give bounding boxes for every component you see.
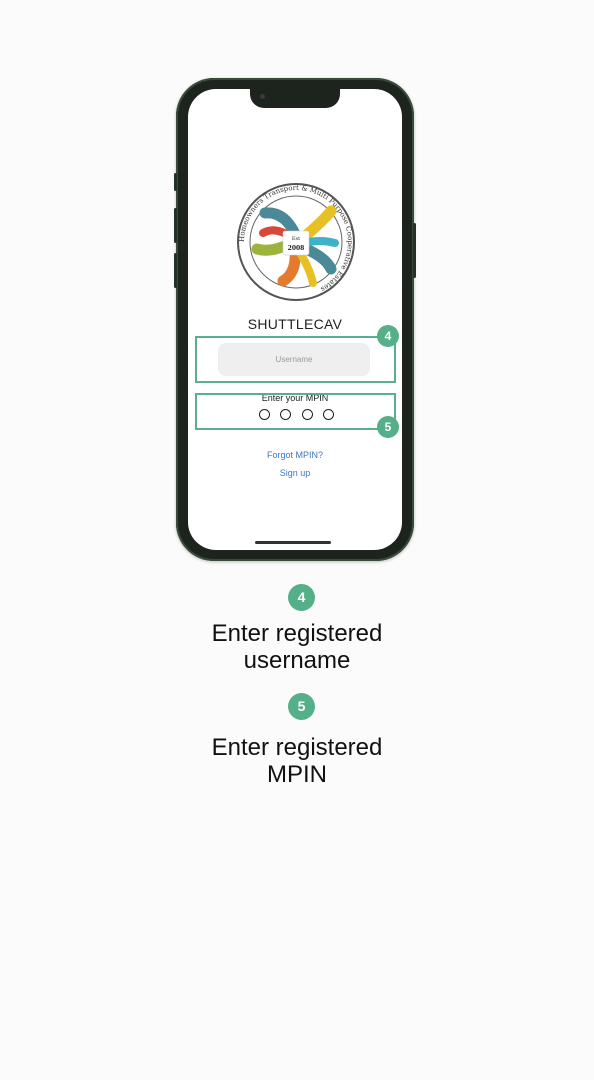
phone-screen: Homeowners Transport & Multi Purpose Coo… xyxy=(188,89,402,550)
caption-badge-4: 4 xyxy=(288,584,315,611)
mpin-highlight xyxy=(195,393,396,430)
phone-side-button xyxy=(174,173,177,191)
step-5-line1: Enter registered xyxy=(211,734,383,761)
logo-year-text: 2008 xyxy=(288,245,305,252)
phone-volume-up xyxy=(174,208,177,243)
step-badge-4: 4 xyxy=(377,325,399,347)
phone-power-button xyxy=(413,223,416,278)
step-badge-5: 5 xyxy=(377,416,399,438)
app-title: SHUTTLECAV xyxy=(247,316,343,332)
phone-volume-down xyxy=(174,253,177,288)
forgot-mpin-link[interactable]: Forgot MPIN? xyxy=(188,450,402,460)
shuttlecav-logo: Homeowners Transport & Multi Purpose Coo… xyxy=(237,183,355,301)
username-highlight xyxy=(195,336,396,383)
home-indicator xyxy=(255,541,331,544)
camera-icon xyxy=(260,94,265,99)
caption-badge-5: 5 xyxy=(288,693,315,720)
signup-link[interactable]: Sign up xyxy=(188,468,402,478)
step-4-line1: Enter registered xyxy=(211,620,383,647)
phone-notch xyxy=(250,89,340,108)
step-5-caption: Enter registered MPIN xyxy=(0,734,594,788)
step-5-line2: MPIN xyxy=(267,761,327,788)
logo-est-text: Est xyxy=(292,236,300,242)
step-4-line2: username xyxy=(243,647,351,674)
step-4-caption: Enter registered username xyxy=(0,620,594,674)
phone-frame: Homeowners Transport & Multi Purpose Coo… xyxy=(174,78,416,561)
